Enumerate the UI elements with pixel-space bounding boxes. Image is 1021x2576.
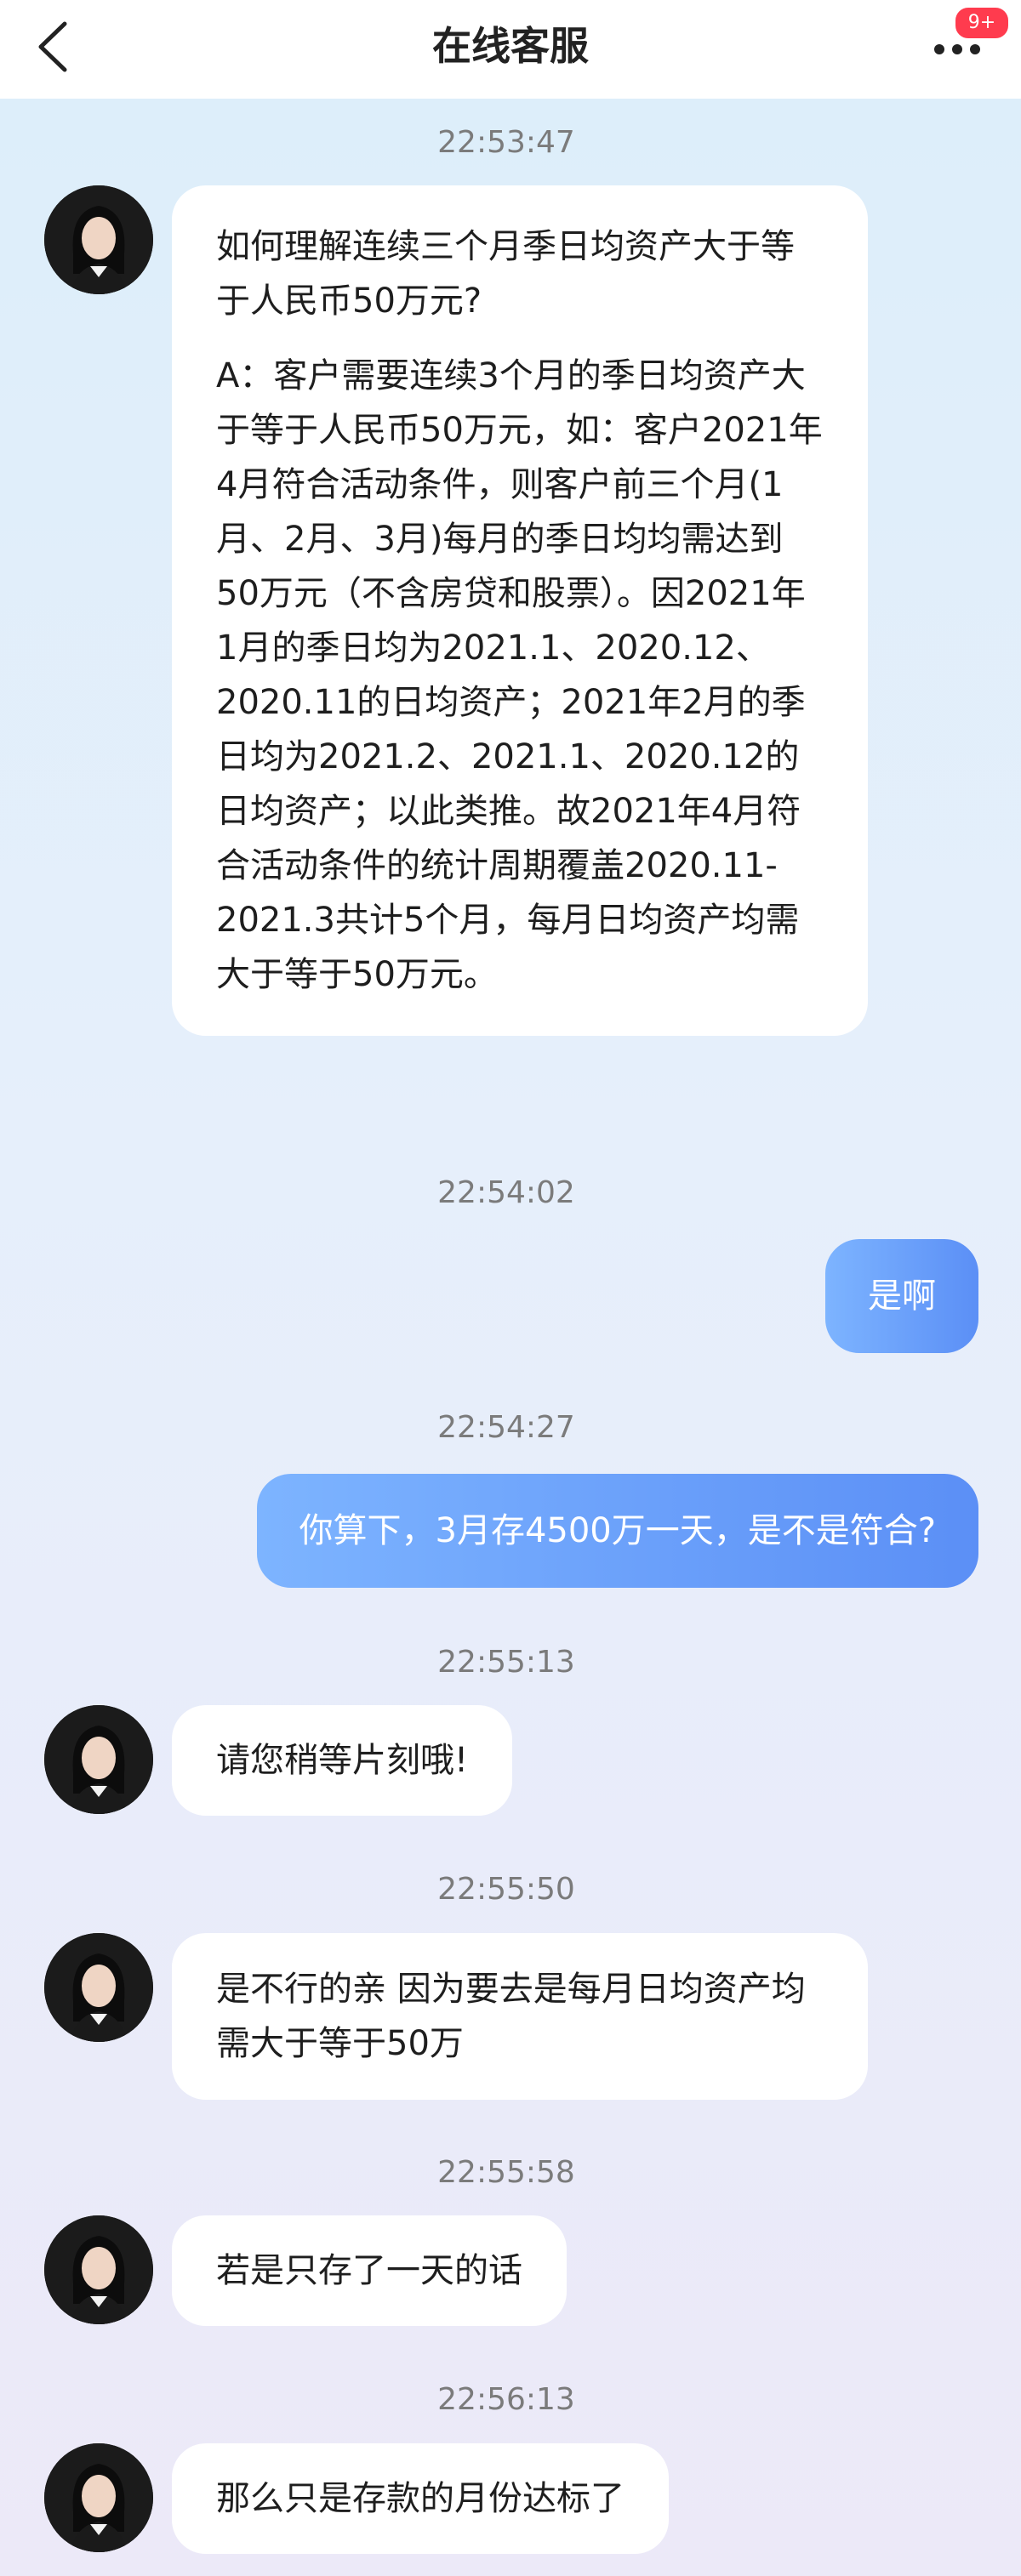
- agent-avatar: [44, 1705, 153, 1814]
- agent-message-bubble: 如何理解连续三个月季日均资产大于等于人民币50万元? A：客户需要连续3个月的季…: [172, 185, 868, 1036]
- more-dot: [970, 44, 980, 54]
- message-timestamp: 22:54:02: [437, 1175, 575, 1210]
- agent-avatar: [44, 1933, 153, 2042]
- more-dots-icon: [934, 44, 944, 54]
- agent-avatar: [44, 2443, 153, 2552]
- agent-avatar: [44, 2215, 153, 2324]
- message-timestamp: 22:55:50: [437, 1872, 575, 1907]
- message-text: 是不行的亲 因为要去是每月日均资产均需大于等于50万: [216, 1970, 806, 2063]
- message-text: 如何理解连续三个月季日均资产大于等于人民币50万元?: [216, 227, 795, 321]
- user-message-bubble: 你算下，3月存4500万一天，是不是符合?: [256, 1474, 978, 1588]
- message-timestamp: 22:56:13: [437, 2382, 575, 2417]
- message-text: A：客户需要连续3个月的季日均资产大于等于人民币50万元，如：客户2021年4月…: [216, 356, 823, 994]
- page-title: 在线客服: [432, 23, 589, 69]
- agent-message-bubble: 那么只是存款的月份达标了: [172, 2443, 669, 2554]
- agent-message-bubble: 是不行的亲 因为要去是每月日均资产均需大于等于50万: [172, 1933, 868, 2100]
- agent-message-bubble: 若是只存了一天的话: [172, 2215, 567, 2326]
- agent-avatar: [44, 185, 153, 294]
- more-dot: [952, 44, 962, 54]
- message-timestamp: 22:53:47: [437, 125, 575, 160]
- agent-message-bubble: 请您稍等片刻哦!: [172, 1705, 513, 1816]
- message-timestamp: 22:55:58: [437, 2155, 575, 2190]
- message-text: 若是只存了一天的话: [216, 2251, 522, 2290]
- message-timestamp: 22:55:13: [437, 1645, 575, 1680]
- message-text: 那么只是存款的月份达标了: [216, 2479, 625, 2518]
- notification-badge: 9+: [953, 5, 1011, 41]
- message-text: 请您稍等片刻哦!: [216, 1741, 469, 1780]
- top-bar: 在线客服 9+: [0, 0, 1021, 99]
- user-message-bubble: 是啊: [825, 1239, 978, 1353]
- message-timestamp: 22:54:27: [437, 1410, 575, 1445]
